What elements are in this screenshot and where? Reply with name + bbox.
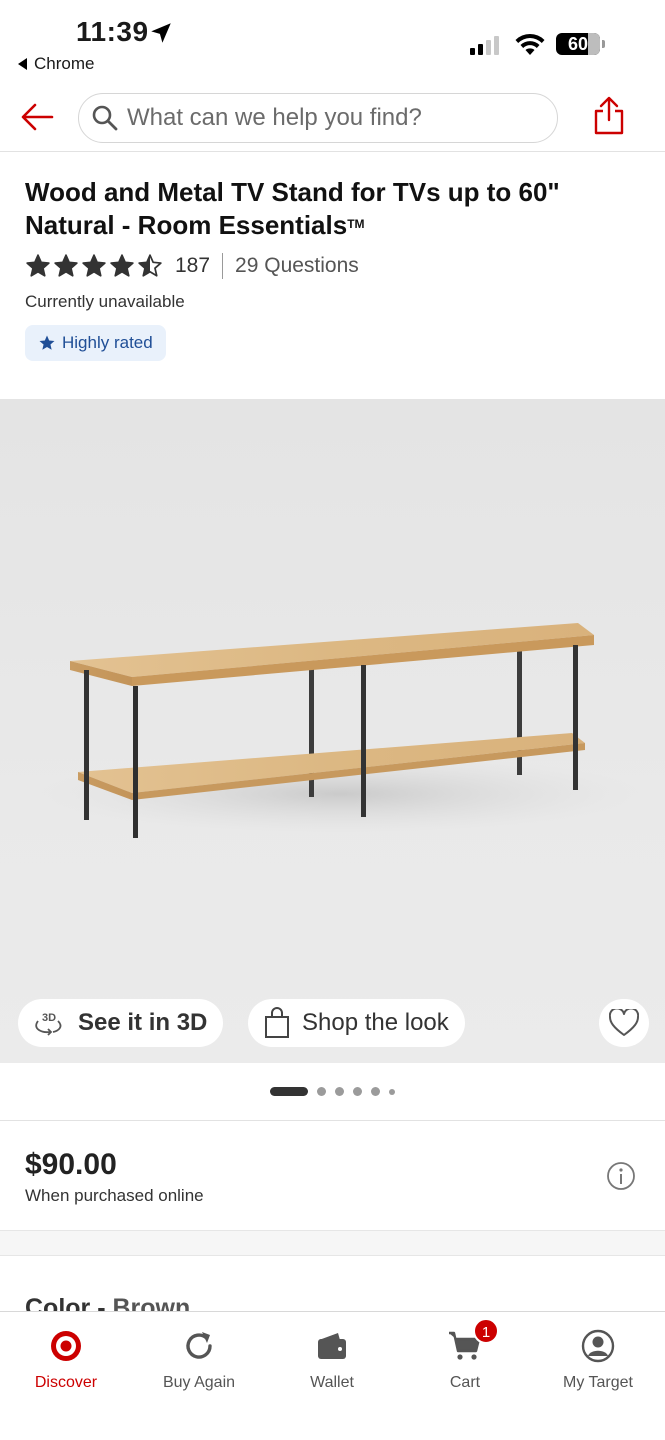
status-time: 11:39 bbox=[76, 16, 149, 47]
product-title: Wood and Metal TV Stand for TVs up to 60… bbox=[25, 176, 625, 241]
rating-divider bbox=[222, 253, 224, 279]
search-input[interactable] bbox=[127, 104, 527, 132]
tab-label-wallet: Wallet bbox=[310, 1374, 354, 1391]
highly-rated-badge: Highly rated bbox=[25, 325, 166, 361]
star-icon bbox=[82, 254, 106, 277]
star-icon bbox=[26, 254, 50, 277]
rating-count[interactable]: 187 bbox=[175, 254, 210, 278]
shop-the-look-button[interactable]: Shop the look bbox=[248, 999, 465, 1047]
favorite-button[interactable] bbox=[599, 999, 649, 1047]
gallery-pagination[interactable] bbox=[0, 1087, 665, 1096]
pagination-dot[interactable] bbox=[389, 1088, 395, 1095]
heart-icon bbox=[609, 1009, 639, 1036]
price: $90.00 bbox=[25, 1148, 117, 1181]
pagination-dot[interactable] bbox=[353, 1087, 362, 1096]
variant-label: Color - bbox=[25, 1294, 113, 1312]
see-in-3d-button[interactable]: 3D See it in 3D bbox=[18, 999, 224, 1047]
questions-link[interactable]: 29 Questions bbox=[235, 254, 359, 278]
see-in-3d-label: See it in 3D bbox=[78, 1009, 208, 1036]
trademark-mark: TM bbox=[347, 217, 365, 231]
shopping-bag-icon bbox=[265, 1007, 289, 1038]
divider bbox=[0, 1120, 665, 1121]
wifi-icon bbox=[515, 33, 545, 55]
tab-label-my-target: My Target bbox=[563, 1374, 633, 1391]
star-icon bbox=[138, 254, 162, 277]
product-title-line1: Wood and Metal TV Stand for TVs up to 60… bbox=[25, 177, 560, 207]
tab-label-discover: Discover bbox=[34, 1374, 98, 1391]
tab-label-cart: Cart bbox=[449, 1374, 481, 1391]
info-icon[interactable] bbox=[606, 1161, 636, 1191]
variant-value: Brown bbox=[112, 1294, 191, 1312]
star-rating bbox=[25, 253, 163, 279]
tab-label-buy-again: Buy Again bbox=[162, 1374, 236, 1391]
tab-cart[interactable]: 1 Cart bbox=[405, 1318, 525, 1392]
wallet-icon bbox=[318, 1333, 346, 1359]
pagination-dot[interactable] bbox=[317, 1087, 326, 1096]
bottom-tab-bar: Discover Buy Again Wallet 1 Cart My Targ… bbox=[0, 1311, 665, 1440]
back-app-label: Chrome bbox=[34, 54, 95, 73]
product-image-gallery[interactable]: 3D See it in 3D Shop the look bbox=[0, 399, 665, 1063]
3d-icon-text: 3D bbox=[42, 1012, 56, 1024]
tab-buy-again[interactable]: Buy Again bbox=[139, 1326, 259, 1392]
cell-signal-icon bbox=[470, 36, 499, 55]
account-icon bbox=[581, 1329, 615, 1363]
target-logo-icon bbox=[51, 1331, 81, 1361]
back-arrow-icon[interactable] bbox=[20, 100, 54, 134]
small-back-triangle-icon bbox=[18, 58, 27, 70]
product-image bbox=[40, 623, 640, 838]
cart-count-badge: 1 bbox=[473, 1318, 499, 1344]
badge-label: Highly rated bbox=[62, 333, 153, 352]
3d-rotate-icon: 3D bbox=[35, 1012, 62, 1036]
refresh-icon bbox=[186, 1332, 212, 1359]
pagination-dot-active[interactable] bbox=[270, 1087, 308, 1096]
rating-row[interactable]: 187 29 Questions bbox=[25, 252, 359, 280]
tab-wallet[interactable]: Wallet bbox=[272, 1326, 392, 1392]
shop-the-look-label: Shop the look bbox=[302, 1009, 449, 1036]
availability-status: Currently unavailable bbox=[25, 292, 185, 311]
battery-indicator: 60 bbox=[556, 33, 605, 55]
section-divider bbox=[0, 1230, 665, 1256]
search-bar[interactable] bbox=[78, 93, 558, 143]
star-icon bbox=[54, 254, 78, 277]
back-to-app-link[interactable]: Chrome bbox=[18, 54, 94, 74]
product-title-line2: Natural - Room Essentials bbox=[25, 210, 348, 240]
battery-level: 60 bbox=[567, 34, 589, 54]
location-arrow-icon bbox=[151, 23, 171, 43]
status-bar: 11:39 Chrome 60 bbox=[0, 0, 665, 80]
share-icon[interactable] bbox=[592, 96, 626, 136]
search-icon bbox=[92, 105, 118, 131]
tab-discover[interactable]: Discover bbox=[6, 1326, 126, 1392]
tab-my-target[interactable]: My Target bbox=[538, 1326, 658, 1392]
pagination-dot[interactable] bbox=[335, 1087, 344, 1096]
price-note: When purchased online bbox=[25, 1186, 204, 1205]
star-icon bbox=[39, 335, 55, 350]
star-icon bbox=[110, 254, 134, 277]
top-header bbox=[0, 86, 665, 152]
color-variant-label[interactable]: Color - Brown bbox=[25, 1292, 190, 1312]
pagination-dot[interactable] bbox=[371, 1087, 380, 1096]
